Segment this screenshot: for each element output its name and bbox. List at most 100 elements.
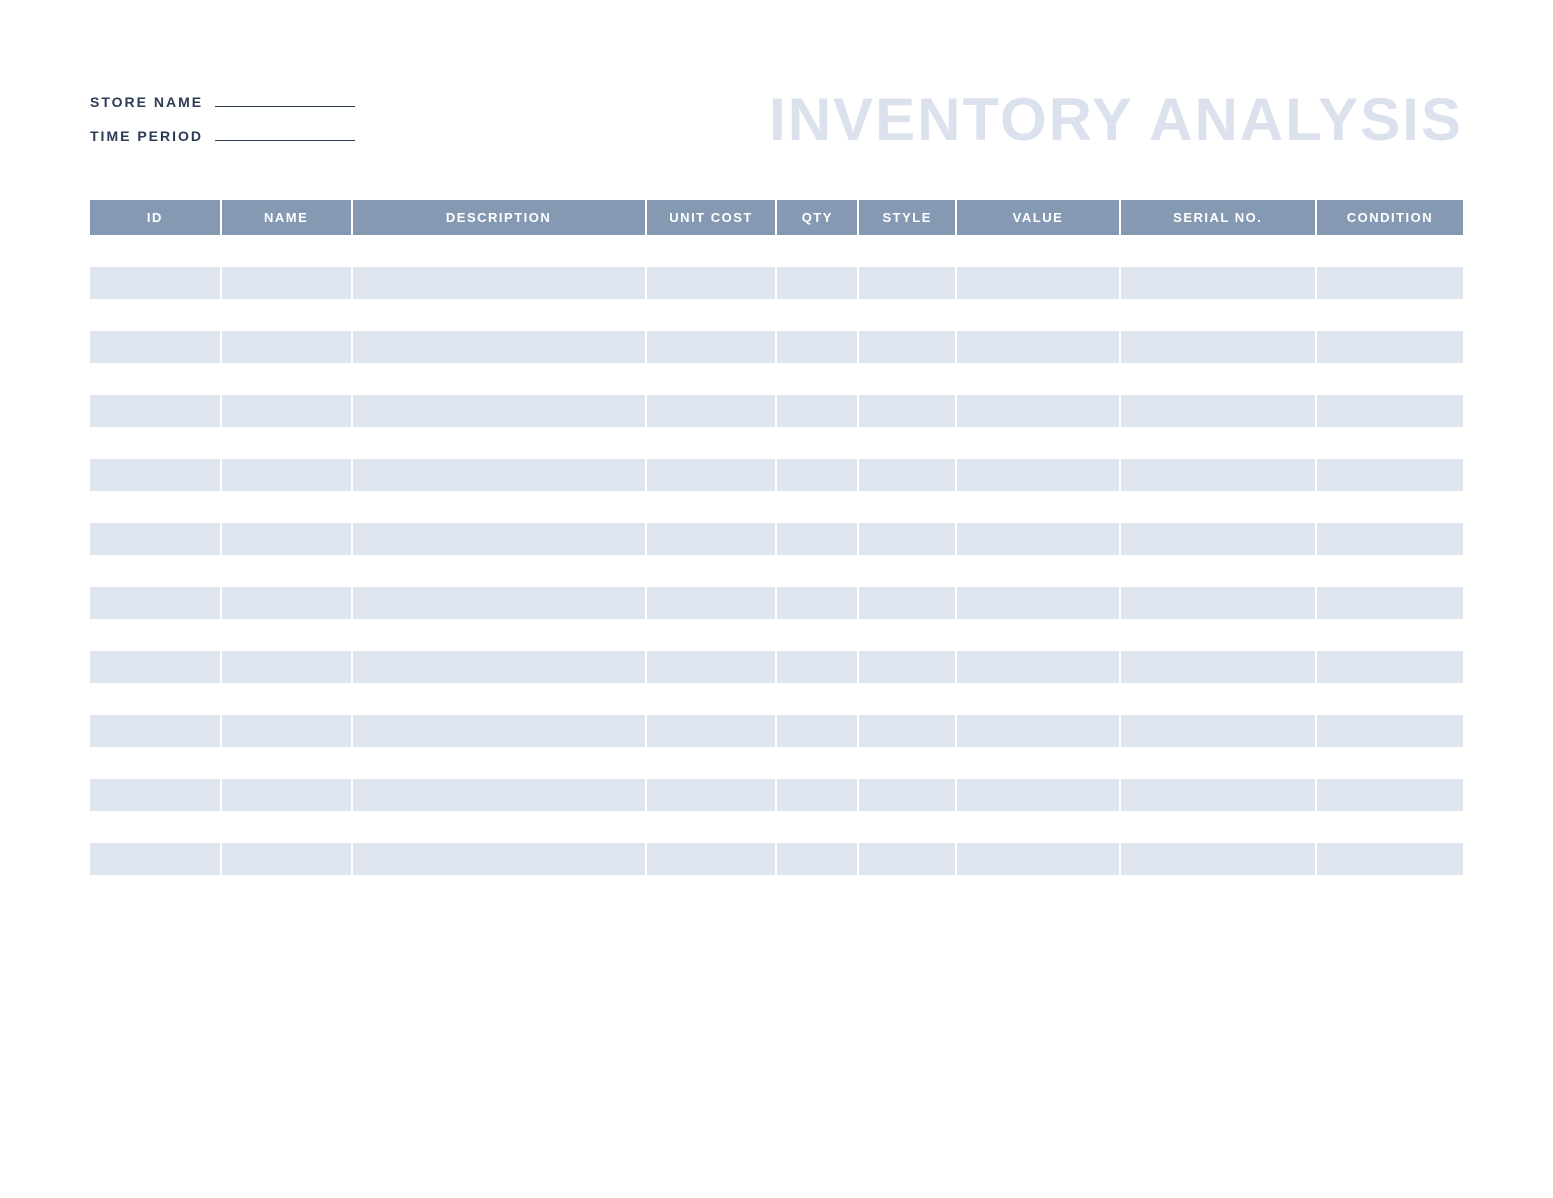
- table-cell[interactable]: [1316, 427, 1463, 459]
- table-cell[interactable]: [956, 267, 1119, 299]
- table-cell[interactable]: [646, 683, 777, 715]
- table-cell[interactable]: [956, 331, 1119, 363]
- table-cell[interactable]: [90, 491, 221, 523]
- table-cell[interactable]: [858, 363, 956, 395]
- table-cell[interactable]: [956, 235, 1119, 267]
- table-cell[interactable]: [221, 747, 352, 779]
- table-cell[interactable]: [1316, 683, 1463, 715]
- table-cell[interactable]: [956, 715, 1119, 747]
- table-cell[interactable]: [956, 491, 1119, 523]
- table-cell[interactable]: [1120, 811, 1316, 843]
- table-cell[interactable]: [858, 331, 956, 363]
- table-cell[interactable]: [646, 619, 777, 651]
- table-cell[interactable]: [776, 843, 858, 875]
- table-cell[interactable]: [221, 683, 352, 715]
- table-cell[interactable]: [776, 459, 858, 491]
- table-cell[interactable]: [956, 619, 1119, 651]
- table-cell[interactable]: [1316, 811, 1463, 843]
- table-cell[interactable]: [90, 843, 221, 875]
- table-cell[interactable]: [221, 427, 352, 459]
- table-cell[interactable]: [776, 619, 858, 651]
- table-cell[interactable]: [776, 715, 858, 747]
- table-cell[interactable]: [858, 587, 956, 619]
- table-cell[interactable]: [956, 523, 1119, 555]
- table-cell[interactable]: [776, 267, 858, 299]
- table-cell[interactable]: [1316, 523, 1463, 555]
- table-cell[interactable]: [956, 843, 1119, 875]
- table-cell[interactable]: [1316, 395, 1463, 427]
- table-cell[interactable]: [221, 811, 352, 843]
- table-cell[interactable]: [1316, 491, 1463, 523]
- table-cell[interactable]: [858, 555, 956, 587]
- table-cell[interactable]: [352, 459, 646, 491]
- table-cell[interactable]: [221, 235, 352, 267]
- table-cell[interactable]: [776, 555, 858, 587]
- table-cell[interactable]: [858, 683, 956, 715]
- table-cell[interactable]: [90, 555, 221, 587]
- table-cell[interactable]: [90, 267, 221, 299]
- table-cell[interactable]: [956, 555, 1119, 587]
- table-cell[interactable]: [352, 811, 646, 843]
- table-cell[interactable]: [90, 395, 221, 427]
- table-cell[interactable]: [1120, 299, 1316, 331]
- table-cell[interactable]: [646, 779, 777, 811]
- table-cell[interactable]: [352, 619, 646, 651]
- table-cell[interactable]: [956, 299, 1119, 331]
- table-cell[interactable]: [221, 843, 352, 875]
- table-cell[interactable]: [646, 363, 777, 395]
- table-cell[interactable]: [221, 587, 352, 619]
- table-cell[interactable]: [352, 779, 646, 811]
- table-cell[interactable]: [90, 235, 221, 267]
- table-cell[interactable]: [646, 299, 777, 331]
- table-cell[interactable]: [90, 331, 221, 363]
- table-cell[interactable]: [352, 267, 646, 299]
- table-cell[interactable]: [858, 459, 956, 491]
- table-cell[interactable]: [858, 651, 956, 683]
- table-cell[interactable]: [352, 843, 646, 875]
- table-cell[interactable]: [352, 395, 646, 427]
- table-cell[interactable]: [858, 747, 956, 779]
- table-cell[interactable]: [90, 299, 221, 331]
- table-cell[interactable]: [221, 331, 352, 363]
- table-cell[interactable]: [352, 235, 646, 267]
- table-cell[interactable]: [1316, 843, 1463, 875]
- table-cell[interactable]: [352, 427, 646, 459]
- table-cell[interactable]: [1316, 299, 1463, 331]
- table-cell[interactable]: [1316, 235, 1463, 267]
- table-cell[interactable]: [858, 267, 956, 299]
- table-cell[interactable]: [646, 715, 777, 747]
- table-cell[interactable]: [1120, 427, 1316, 459]
- table-cell[interactable]: [776, 491, 858, 523]
- table-cell[interactable]: [776, 235, 858, 267]
- table-cell[interactable]: [646, 459, 777, 491]
- table-cell[interactable]: [1316, 587, 1463, 619]
- table-cell[interactable]: [221, 267, 352, 299]
- table-cell[interactable]: [858, 395, 956, 427]
- table-cell[interactable]: [1316, 715, 1463, 747]
- table-cell[interactable]: [1120, 683, 1316, 715]
- table-cell[interactable]: [1316, 459, 1463, 491]
- table-cell[interactable]: [352, 651, 646, 683]
- table-cell[interactable]: [646, 427, 777, 459]
- table-cell[interactable]: [90, 427, 221, 459]
- table-cell[interactable]: [1120, 555, 1316, 587]
- table-cell[interactable]: [352, 299, 646, 331]
- table-cell[interactable]: [1120, 779, 1316, 811]
- table-cell[interactable]: [776, 587, 858, 619]
- table-cell[interactable]: [646, 651, 777, 683]
- table-cell[interactable]: [646, 331, 777, 363]
- table-cell[interactable]: [90, 587, 221, 619]
- table-cell[interactable]: [1120, 843, 1316, 875]
- table-cell[interactable]: [956, 459, 1119, 491]
- table-cell[interactable]: [90, 747, 221, 779]
- table-cell[interactable]: [1120, 235, 1316, 267]
- table-cell[interactable]: [956, 683, 1119, 715]
- table-cell[interactable]: [646, 843, 777, 875]
- table-cell[interactable]: [1316, 555, 1463, 587]
- table-cell[interactable]: [90, 811, 221, 843]
- table-cell[interactable]: [90, 619, 221, 651]
- table-cell[interactable]: [1120, 459, 1316, 491]
- table-cell[interactable]: [1316, 267, 1463, 299]
- table-cell[interactable]: [352, 555, 646, 587]
- table-cell[interactable]: [956, 395, 1119, 427]
